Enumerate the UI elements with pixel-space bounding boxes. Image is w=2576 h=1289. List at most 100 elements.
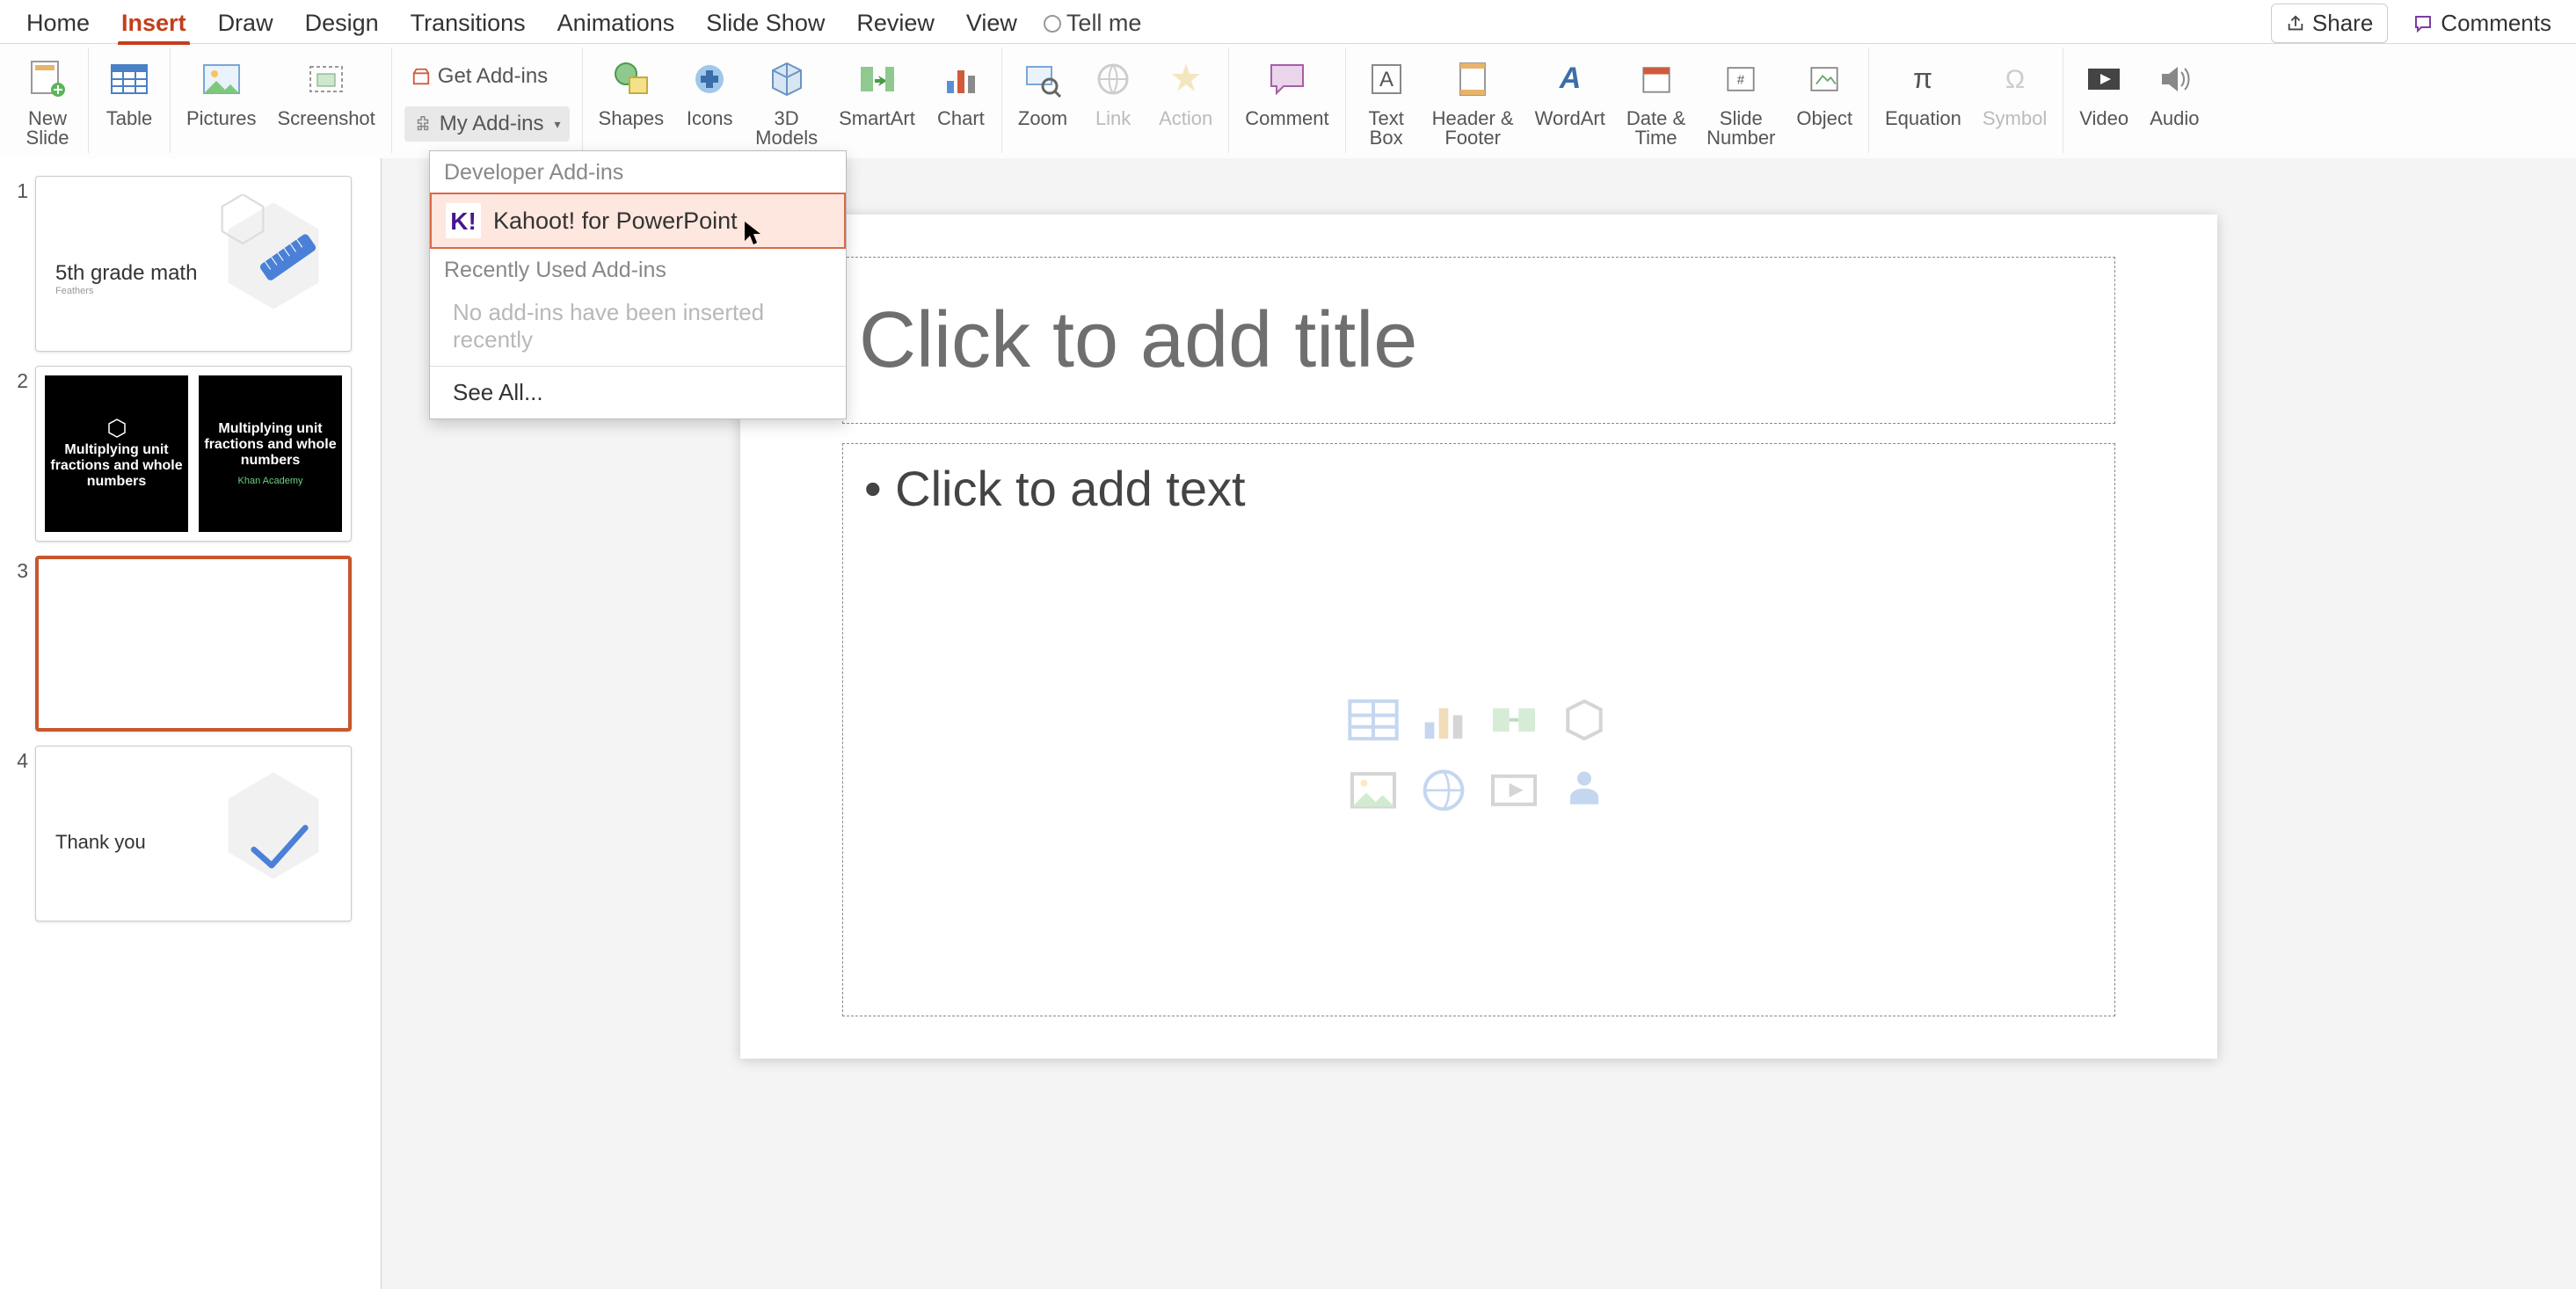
get-addins-label: Get Add-ins [438,64,548,89]
tab-design[interactable]: Design [289,3,395,44]
smartart-icon [852,55,901,104]
thumb2-left-text: Multiplying unit fractions and whole num… [50,442,183,490]
comment-icon [2412,13,2434,34]
insert-table-icon[interactable] [1345,692,1401,748]
insert-picture-icon[interactable] [1345,762,1401,819]
cube-icon [762,55,811,104]
calendar-icon [1632,55,1681,104]
chart-button[interactable]: Chart [926,51,996,132]
insert-online-picture-icon[interactable] [1415,762,1472,819]
slide-number: 2 [7,366,28,393]
audio-icon [2150,55,2199,104]
slide-thumb-4[interactable]: 4 Thank you [0,739,381,929]
comments-button[interactable]: Comments [2398,4,2565,42]
link-label: Link [1095,109,1131,128]
datetime-button[interactable]: Date & Time [1616,51,1696,151]
share-icon [2286,14,2305,33]
audio-button[interactable]: Audio [2139,51,2209,132]
tab-home[interactable]: Home [11,3,106,44]
wordart-label: WordArt [1535,109,1605,128]
icons-button[interactable]: Icons [674,51,745,132]
shapes-button[interactable]: Shapes [588,51,675,132]
section-recently-used: Recently Used Add-ins [430,249,846,290]
addins-icon [413,114,433,134]
pictures-button[interactable]: Pictures [176,51,266,132]
share-label: Share [2312,10,2373,37]
insert-chart-icon[interactable] [1415,692,1472,748]
object-button[interactable]: Object [1786,51,1863,132]
share-button[interactable]: Share [2271,4,2388,43]
link-button: Link [1078,51,1148,132]
title-placeholder[interactable]: Click to add title [842,257,2115,424]
object-label: Object [1796,109,1852,128]
svg-text:π: π [1913,62,1932,94]
textbox-button[interactable]: A Text Box [1351,51,1422,151]
insert-video-icon[interactable] [1486,762,1542,819]
new-slide-button[interactable]: New Slide [12,51,83,151]
chart-icon [936,55,986,104]
slide-thumb-1[interactable]: 1 5th grade math Feathers [0,169,381,359]
content-placeholder-icons[interactable] [1345,692,1612,819]
shapes-label: Shapes [599,109,665,128]
comment-label: Comment [1245,109,1328,128]
smartart-button[interactable]: SmartArt [828,51,926,132]
insert-icon-icon[interactable] [1556,762,1612,819]
table-button[interactable]: Table [94,51,164,132]
svg-text:Ω: Ω [2005,65,2024,94]
header-footer-button[interactable]: Header & Footer [1422,51,1524,151]
content-placeholder[interactable]: • Click to add text [842,443,2115,1016]
slide-number: 1 [7,176,28,203]
zoom-button[interactable]: Zoom [1008,51,1078,132]
comment-button[interactable]: Comment [1234,51,1339,132]
datetime-label: Date & Time [1626,109,1685,148]
screenshot-label: Screenshot [277,109,375,128]
3d-models-label: 3D Models [755,109,818,148]
slidenumber-button[interactable]: # Slide Number [1696,51,1786,151]
addin-kahoot-label: Kahoot! for PowerPoint [493,208,738,235]
workspace: 1 5th grade math Feathers 2 Multiplying … [0,158,2576,1289]
slide-panel[interactable]: 1 5th grade math Feathers 2 Multiplying … [0,158,382,1289]
see-all-addins[interactable]: See All... [430,366,846,419]
3d-models-button[interactable]: 3D Models [745,51,828,151]
tab-review[interactable]: Review [840,3,950,44]
pictures-icon [197,55,246,104]
ribbon-insert: New Slide Table Pictures Screenshot [0,44,2576,158]
get-addins-button[interactable]: Get Add-ins [404,59,570,94]
current-slide[interactable]: Click to add title • Click to add text [740,215,2217,1059]
tab-view[interactable]: View [950,3,1033,44]
smartart-label: SmartArt [839,109,915,128]
header-footer-label: Header & Footer [1432,109,1514,148]
tab-animations[interactable]: Animations [542,3,691,44]
my-addins-label: My Add-ins [440,112,544,136]
screenshot-button[interactable]: Screenshot [266,51,385,132]
slide-thumb-2[interactable]: 2 Multiplying unit fractions and whole n… [0,359,381,549]
thumb2-right-text: Multiplying unit fractions and whole num… [204,421,337,469]
addin-kahoot[interactable]: K! Kahoot! for PowerPoint [430,193,846,249]
wordart-button[interactable]: A WordArt [1524,51,1616,132]
zoom-label: Zoom [1018,109,1067,128]
new-slide-label: New Slide [26,109,69,148]
table-label: Table [106,109,153,128]
my-addins-button[interactable]: My Add-ins ▾ [404,106,570,142]
hex-icon [106,418,127,439]
chart-label: Chart [937,109,985,128]
icons-label: Icons [687,109,733,128]
equation-button[interactable]: π Equation [1874,51,1972,132]
zoom-icon [1018,55,1067,104]
tab-draw[interactable]: Draw [202,3,289,44]
tab-transitions[interactable]: Transitions [395,3,542,44]
action-label: Action [1159,109,1212,128]
ribbon-tabs: Home Insert Draw Design Transitions Anim… [0,0,2576,44]
svg-text:K!: K! [450,208,477,235]
thumb-subtitle: Feathers [55,286,93,296]
tell-me-search[interactable]: Tell me [1044,10,1142,37]
slide-thumb-3[interactable]: 3 [0,549,381,739]
kahoot-icon: K! [446,203,481,238]
video-icon [2079,55,2128,104]
symbol-button: Ω Symbol [1972,51,2057,132]
insert-3d-icon[interactable] [1556,692,1612,748]
video-button[interactable]: Video [2069,51,2139,132]
insert-smartart-icon[interactable] [1486,692,1542,748]
tab-insert[interactable]: Insert [106,3,202,44]
tab-slideshow[interactable]: Slide Show [690,3,840,44]
